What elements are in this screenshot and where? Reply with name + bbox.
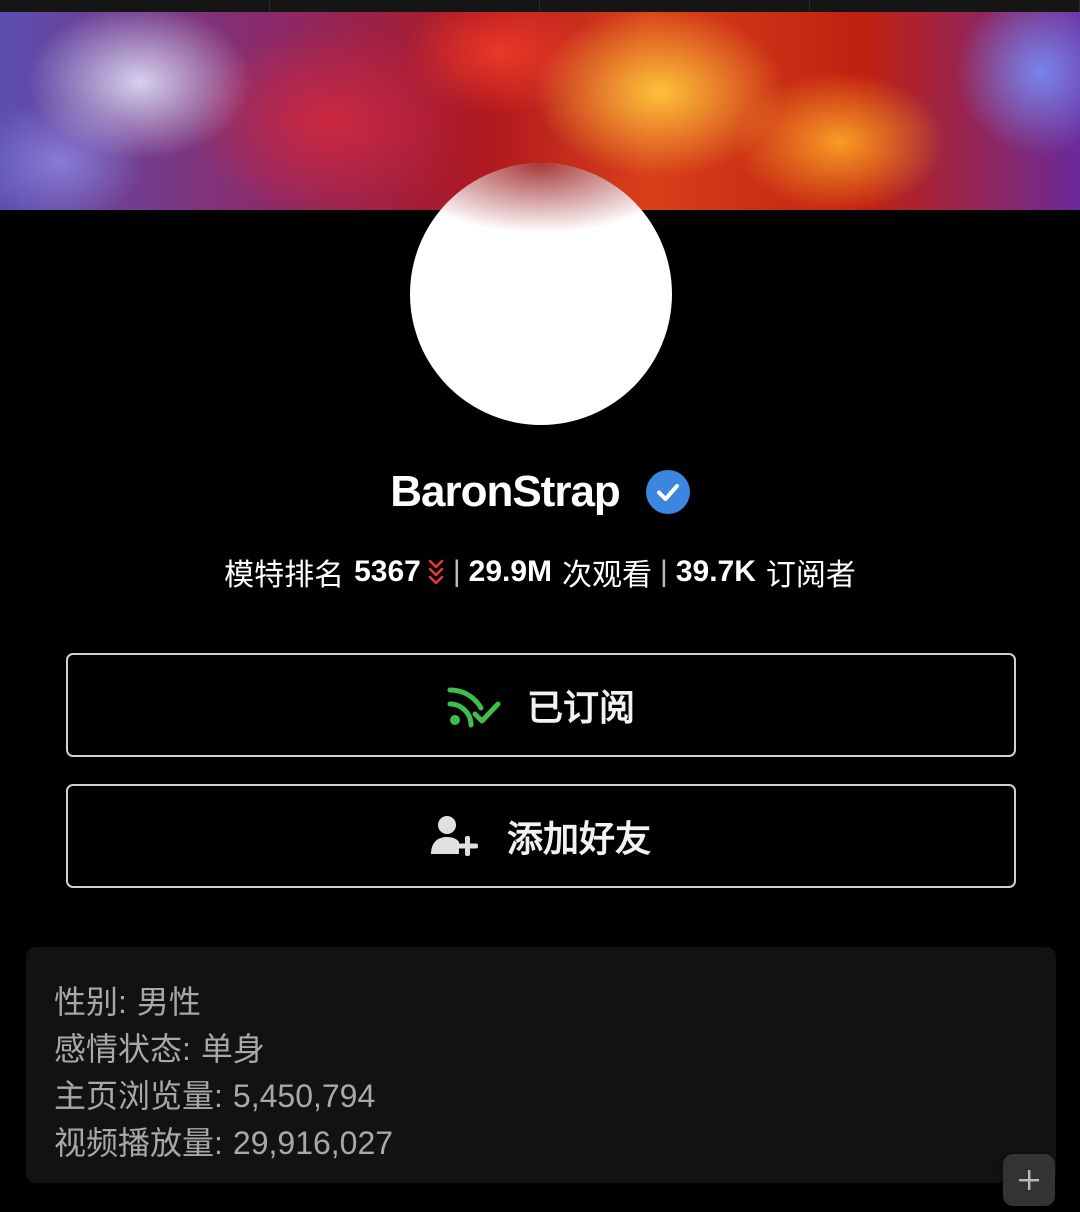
subscribed-label: 已订阅 [526,687,635,728]
rss-check-icon [447,687,501,728]
add-friend-button[interactable]: 添加好友 [66,784,1016,888]
views-value: 29.9M [468,555,553,588]
avatar[interactable] [410,163,672,425]
subscribers-value: 39.7K [675,555,756,588]
tab-strip-segment [0,0,270,12]
rank-value: 5367 [354,555,421,588]
gender-row: 性别: 男性 [54,977,201,1023]
video-views-row: 视频播放量: 29,916,027 [54,1118,393,1164]
subscribed-button[interactable]: 已订阅 [66,653,1016,757]
username: BaronStrap [390,467,621,516]
top-tab-strip [0,0,1080,12]
profile-info-panel: 性别: 男性 感情状态: 单身 主页浏览量: 5,450,794 视频播放量: 29,9… [26,947,1056,1183]
username-row: BaronStrap [0,462,1080,522]
verified-check-icon [645,470,690,514]
stats-separator: | [660,555,668,588]
gender-label: 性别: [54,984,127,1020]
rank-label: 模特排名 [224,559,345,592]
tab-strip-segment [540,0,810,12]
views-label: 次观看 [562,559,653,592]
user-plus-icon [430,816,478,856]
tab-strip-segment [270,0,540,12]
gender-value: 男性 [136,984,201,1020]
stats-separator: | [452,555,461,588]
relationship-label: 感情状态: [54,1031,191,1067]
stats-row: 模特排名 5367 | 29.9M 次观看 | 39.7K 订阅者 [0,552,1080,592]
floating-plus-button[interactable] [1003,1154,1055,1206]
tab-strip-segment [810,0,1080,12]
video-views-value: 29,916,027 [232,1125,394,1161]
avatar-image [410,163,672,425]
rank-down-icon [428,559,444,585]
subscribers-label: 订阅者 [765,559,856,592]
add-friend-label: 添加好友 [506,818,651,859]
relationship-value: 单身 [200,1031,265,1067]
profile-views-value: 5,450,794 [232,1078,376,1114]
plus-icon [1019,1170,1039,1190]
relationship-row: 感情状态: 单身 [54,1024,265,1070]
profile-views-label: 主页浏览量: [54,1078,223,1114]
video-views-label: 视频播放量: [54,1125,223,1161]
profile-views-row: 主页浏览量: 5,450,794 [54,1071,375,1117]
